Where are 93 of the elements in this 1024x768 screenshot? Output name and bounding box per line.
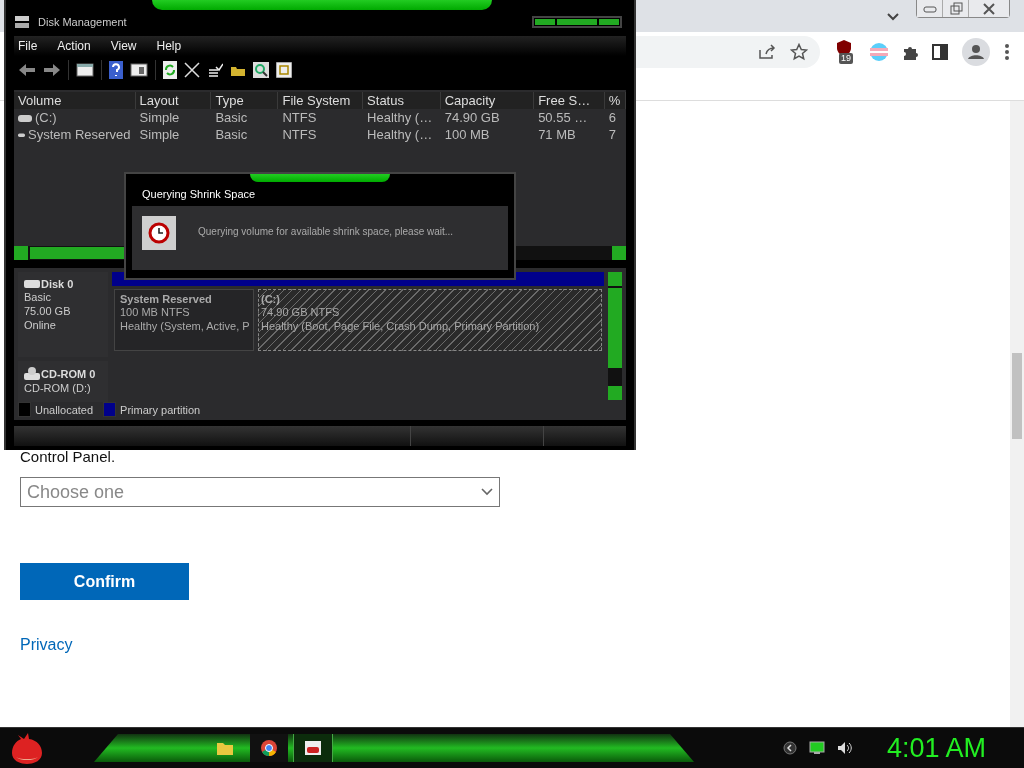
legend-label: Unallocated bbox=[35, 403, 94, 416]
puzzle-icon[interactable] bbox=[902, 44, 918, 60]
extension-badge: 19 bbox=[839, 53, 853, 64]
minimize-icon bbox=[921, 3, 938, 14]
speaker-icon[interactable] bbox=[836, 741, 853, 755]
dialog-title: Querying Shrink Space bbox=[142, 188, 256, 201]
cd-drive-icon bbox=[24, 367, 40, 382]
menu-item[interactable]: Action bbox=[47, 39, 101, 53]
partition-size: 74.90 GB NTFS bbox=[261, 305, 341, 319]
window-pane-icon[interactable] bbox=[130, 63, 148, 77]
table-cell: 7 bbox=[608, 126, 616, 143]
dialog-message: Querying volume for available shrink space, please wait... bbox=[198, 226, 454, 237]
column-header[interactable]: Layout bbox=[135, 92, 212, 109]
table-cell: (C:) bbox=[35, 109, 57, 126]
disk-info: Online bbox=[24, 318, 57, 332]
column-header[interactable]: % bbox=[604, 92, 626, 109]
table-cell: System Reserved bbox=[28, 126, 131, 143]
restore-button[interactable] bbox=[943, 0, 969, 17]
disk-drive-icon bbox=[24, 278, 40, 290]
partition-size: 100 MB NTFS bbox=[120, 305, 191, 319]
table-cell: 6 bbox=[608, 109, 616, 126]
table-cell: Basic bbox=[215, 126, 248, 143]
disk-info: 75.00 GB bbox=[24, 304, 72, 318]
close-icon bbox=[981, 0, 997, 17]
browser-icon bbox=[261, 740, 277, 756]
table-cell: 50.55 … bbox=[538, 109, 588, 126]
disk-name: Disk 0 bbox=[41, 278, 74, 290]
column-header[interactable]: File System bbox=[278, 92, 364, 109]
table-cell: 71 MB bbox=[538, 126, 576, 143]
window-pane-icon[interactable] bbox=[76, 63, 94, 77]
table-cell: 74.90 GB bbox=[444, 109, 500, 126]
folder-icon bbox=[216, 740, 234, 756]
refresh-icon[interactable] bbox=[163, 61, 177, 79]
menu-item[interactable]: File bbox=[14, 39, 48, 53]
chevron-down-icon bbox=[481, 488, 493, 496]
clock[interactable]: 4:01 AM bbox=[886, 732, 986, 764]
instruction-text: Control Panel. bbox=[20, 448, 117, 466]
restore-icon bbox=[947, 0, 964, 17]
table-cell: Healthy (… bbox=[367, 109, 433, 126]
partition-title: (C:) bbox=[261, 293, 281, 305]
disk-drive-icon bbox=[18, 112, 32, 123]
disk-drive-icon bbox=[14, 14, 30, 30]
taskbar-app-button[interactable] bbox=[294, 734, 332, 762]
table-cell: Simple bbox=[139, 126, 180, 143]
table-cell: Healthy (… bbox=[367, 126, 433, 143]
partition-status: Healthy (System, Active, P bbox=[120, 319, 248, 333]
forward-arrow-icon[interactable] bbox=[43, 63, 61, 77]
column-header[interactable]: Capacity bbox=[440, 92, 535, 109]
menu-icon[interactable] bbox=[1004, 43, 1010, 61]
choice-dropdown[interactable]: Choose one bbox=[20, 477, 500, 507]
magnifier-icon[interactable] bbox=[253, 62, 269, 78]
share-icon[interactable] bbox=[758, 44, 776, 60]
partition-block[interactable]: (C:) 74.90 GB NTFS Healthy (Boot, Page File, Crash Dump, Primary Partition) bbox=[258, 289, 602, 352]
scrollbar[interactable] bbox=[1010, 101, 1024, 728]
disk-window-icon bbox=[304, 740, 322, 756]
minimize-button[interactable] bbox=[917, 0, 943, 17]
delete-icon[interactable] bbox=[184, 62, 200, 78]
alarm-clock-icon bbox=[142, 216, 176, 250]
column-header[interactable]: Status bbox=[363, 92, 441, 109]
taskbar-app-button[interactable] bbox=[250, 734, 288, 762]
column-header[interactable]: Free S… bbox=[534, 92, 605, 109]
table-cell: Simple bbox=[139, 109, 180, 126]
table-cell: NTFS bbox=[282, 109, 317, 126]
side-panel-icon[interactable] bbox=[932, 44, 948, 60]
window-controls[interactable] bbox=[532, 16, 622, 28]
table-cell: NTFS bbox=[282, 126, 317, 143]
disk-name: CD-ROM 0 bbox=[41, 368, 96, 381]
profile-avatar-icon[interactable] bbox=[962, 38, 990, 66]
partition-title: System Reserved bbox=[120, 293, 213, 305]
help-icon[interactable] bbox=[109, 61, 123, 79]
column-header[interactable]: Type bbox=[211, 92, 279, 109]
monitor-icon[interactable] bbox=[808, 741, 825, 755]
star-icon[interactable] bbox=[790, 43, 808, 61]
window-title: Disk Management bbox=[38, 16, 127, 28]
chevron-left-icon[interactable] bbox=[782, 741, 797, 755]
address-bar[interactable] bbox=[636, 36, 820, 68]
menu-item[interactable]: Help bbox=[146, 39, 192, 53]
chevron-down-icon[interactable] bbox=[886, 12, 900, 22]
menu-item[interactable]: View bbox=[100, 39, 147, 53]
table-cell: Basic bbox=[215, 109, 248, 126]
back-arrow-icon[interactable] bbox=[18, 63, 36, 77]
scrollbar[interactable] bbox=[608, 272, 622, 400]
confirm-button[interactable]: Confirm bbox=[20, 563, 189, 600]
disk-info: CD-ROM (D:) bbox=[24, 381, 92, 396]
table-cell: 100 MB bbox=[444, 126, 490, 143]
check-list-icon[interactable] bbox=[207, 62, 223, 78]
disk-info: Basic bbox=[24, 290, 52, 304]
column-header[interactable]: Volume bbox=[14, 92, 136, 109]
partition-status: Healthy (Boot, Page File, Crash Dump, Primary Partition) bbox=[261, 319, 541, 333]
partition-block[interactable]: System Reserved 100 MB NTFS Healthy (System, Active, P bbox=[114, 289, 254, 352]
close-button[interactable] bbox=[969, 0, 1009, 17]
legend-label: Primary partition bbox=[120, 403, 201, 416]
privacy-link[interactable]: Privacy bbox=[20, 636, 73, 654]
